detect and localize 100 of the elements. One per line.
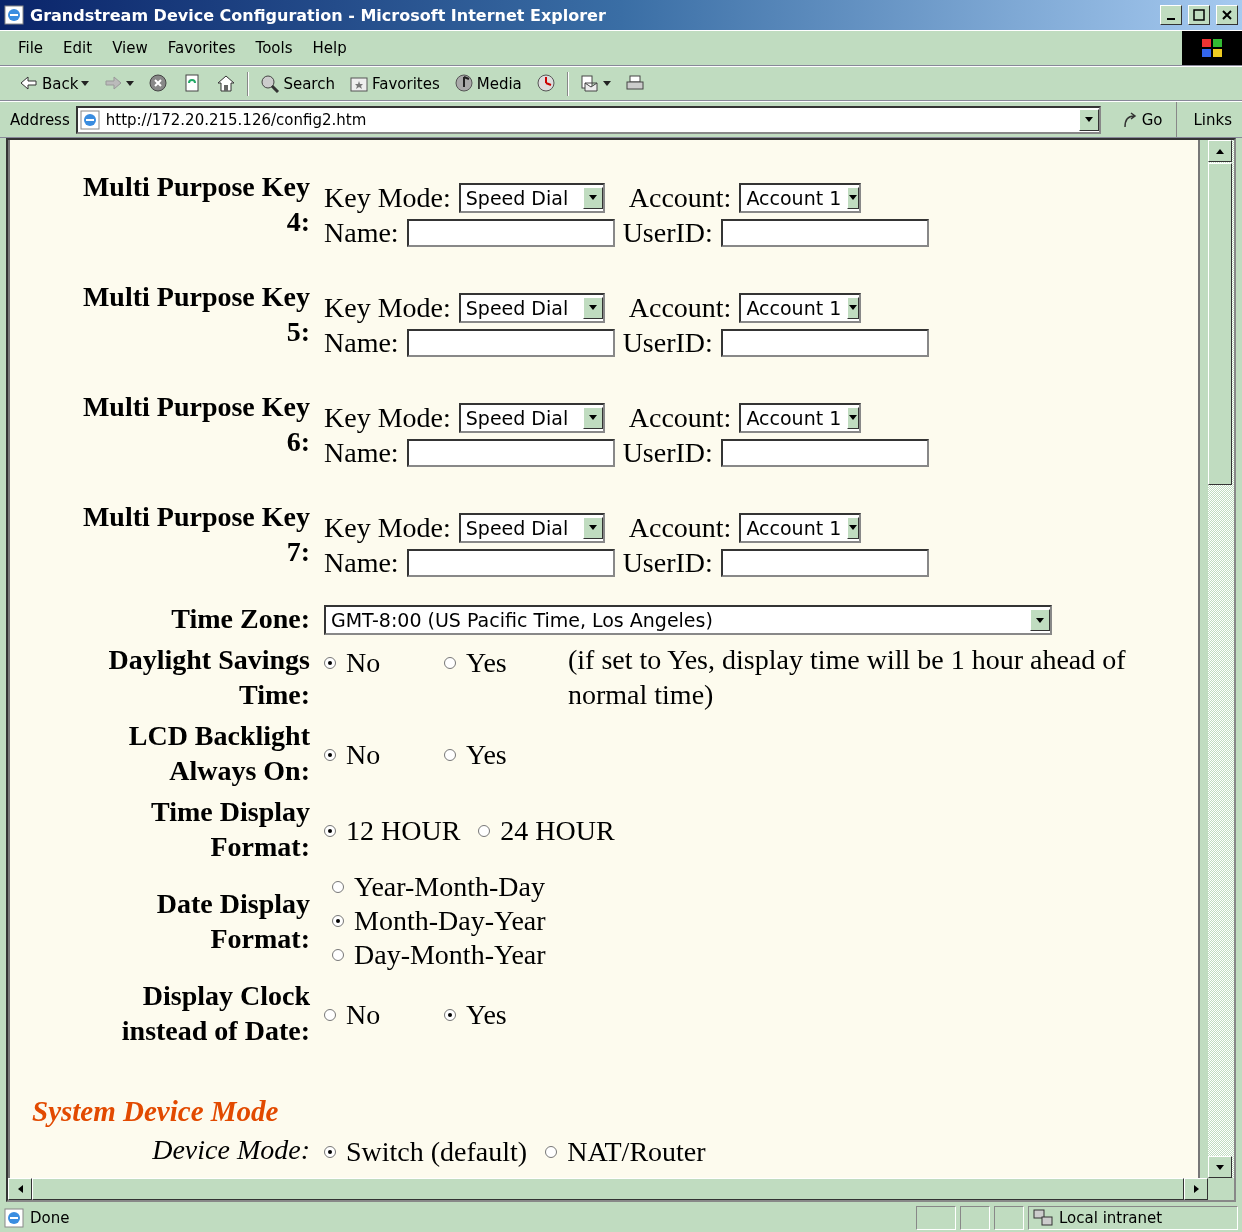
radio-label: 24 HOUR xyxy=(500,814,615,849)
radio-label: Month-Day-Year xyxy=(354,904,546,938)
envelope-icon xyxy=(579,74,600,93)
network-icon xyxy=(1033,1209,1053,1227)
radio-button[interactable] xyxy=(478,824,491,837)
status-panel xyxy=(960,1206,990,1230)
field-label: Account: xyxy=(628,291,732,324)
key-mode-select[interactable]: Speed Dial xyxy=(458,182,605,213)
key-mode-select[interactable]: Speed Dial xyxy=(458,402,605,433)
radio-button[interactable] xyxy=(444,748,456,761)
key-label: Multi Purpose Key 4: xyxy=(81,170,310,239)
time-zone-select[interactable]: GMT-8:00 (US Pacific Time, Los Angeles) xyxy=(324,605,1052,635)
page-icon xyxy=(4,1208,24,1228)
field-label: Key Mode: xyxy=(324,511,451,544)
radio-label: 12 HOUR xyxy=(346,814,461,849)
setting-label: Daylight Savings Time: xyxy=(107,643,310,712)
minimize-button[interactable] xyxy=(1160,5,1182,25)
printer-icon xyxy=(624,74,645,93)
radio-label: Yes xyxy=(466,738,507,773)
menu-item[interactable]: View xyxy=(104,37,156,59)
field-label: UserID: xyxy=(622,546,713,579)
menu-item[interactable]: File xyxy=(10,37,52,59)
radio-label: No xyxy=(346,646,381,681)
search-icon xyxy=(260,74,281,93)
radio-button[interactable] xyxy=(545,1145,558,1158)
key-label: Multi Purpose Key 6: xyxy=(81,390,310,459)
account-select[interactable]: Account 1 xyxy=(739,512,862,543)
back-button[interactable]: Back xyxy=(16,72,93,95)
name-field[interactable] xyxy=(406,218,615,247)
menu-item[interactable]: Edit xyxy=(55,37,101,59)
field-label: Name: xyxy=(324,546,399,579)
caret-icon xyxy=(126,81,135,86)
menu-item[interactable]: Help xyxy=(304,37,355,59)
left-arrow-icon xyxy=(19,74,39,93)
status-text: Done xyxy=(30,1209,70,1227)
userid-field[interactable] xyxy=(720,438,929,467)
search-button[interactable]: Search xyxy=(257,72,338,95)
maximize-button[interactable] xyxy=(1188,5,1210,25)
minimize-icon xyxy=(1167,18,1175,20)
field-label: Key Mode: xyxy=(324,401,451,434)
close-icon xyxy=(1221,9,1233,21)
go-button[interactable]: Go xyxy=(1106,102,1178,137)
menu-item[interactable]: Tools xyxy=(247,37,301,59)
setting-label: Device Mode: xyxy=(151,1134,310,1167)
horizontal-scrollbar[interactable] xyxy=(8,1178,1208,1200)
caret-icon xyxy=(602,81,611,86)
page-icon xyxy=(79,109,100,130)
section-title: System Device Mode xyxy=(32,1095,280,1128)
name-field[interactable] xyxy=(406,438,615,467)
maximize-icon xyxy=(1193,9,1205,21)
field-label: Name: xyxy=(324,326,399,359)
status-panel xyxy=(994,1206,1024,1230)
radio-button[interactable] xyxy=(444,656,456,669)
vertical-scrollbar[interactable] xyxy=(1208,140,1234,1178)
account-select[interactable]: Account 1 xyxy=(739,292,862,323)
radio-label: No xyxy=(346,998,381,1033)
key-mode-select[interactable]: Speed Dial xyxy=(458,512,605,543)
close-button[interactable] xyxy=(1216,5,1238,25)
field-label: UserID: xyxy=(622,326,713,359)
favorites-button[interactable]: Favorites xyxy=(345,72,443,95)
name-field[interactable] xyxy=(406,328,615,357)
address-field[interactable]: http://172.20.215.126/config2.htm xyxy=(75,105,1101,134)
radio-button[interactable] xyxy=(332,949,344,961)
setting-label: LCD Backlight Always On: xyxy=(127,719,310,788)
radio-label: Yes xyxy=(466,998,507,1033)
menu-item[interactable]: Favorites xyxy=(159,37,244,59)
key-label: Multi Purpose Key 5: xyxy=(81,280,310,349)
radio-button[interactable] xyxy=(324,748,336,761)
radio-button[interactable] xyxy=(332,915,344,927)
window-title: Grandstream Device Configuration - Microsoft Internet Explorer xyxy=(30,5,607,25)
media-button[interactable]: Media xyxy=(450,72,525,95)
browser-icon xyxy=(4,5,24,25)
radio-button[interactable] xyxy=(332,881,344,893)
radio-button[interactable] xyxy=(324,1145,336,1158)
setting-label: Date Display Format: xyxy=(155,887,310,956)
name-field[interactable] xyxy=(406,548,615,577)
account-select[interactable]: Account 1 xyxy=(739,182,862,213)
radio-button[interactable] xyxy=(324,824,336,837)
radio-label: No xyxy=(346,738,381,773)
links-button[interactable]: Links xyxy=(1183,110,1242,129)
field-label: UserID: xyxy=(622,216,713,249)
house-icon xyxy=(216,74,237,93)
setting-label: Time Zone: xyxy=(170,602,310,636)
address-label: Address xyxy=(10,110,70,129)
userid-field[interactable] xyxy=(720,548,929,577)
radio-label: Year-Month-Day xyxy=(354,870,545,904)
field-label: Name: xyxy=(324,436,399,469)
radio-button[interactable] xyxy=(324,1008,336,1021)
field-label: UserID: xyxy=(622,436,713,469)
userid-field[interactable] xyxy=(720,328,929,357)
radio-label: Yes xyxy=(466,646,507,681)
key-mode-select[interactable]: Speed Dial xyxy=(458,292,605,323)
field-label: Key Mode: xyxy=(324,291,451,324)
userid-field[interactable] xyxy=(720,218,929,247)
radio-button[interactable] xyxy=(444,1008,456,1021)
account-select[interactable]: Account 1 xyxy=(739,402,862,433)
field-label: Name: xyxy=(324,216,399,249)
zone-text: Local intranet xyxy=(1059,1209,1163,1227)
radio-button[interactable] xyxy=(324,656,336,669)
field-label: Account: xyxy=(628,181,732,214)
